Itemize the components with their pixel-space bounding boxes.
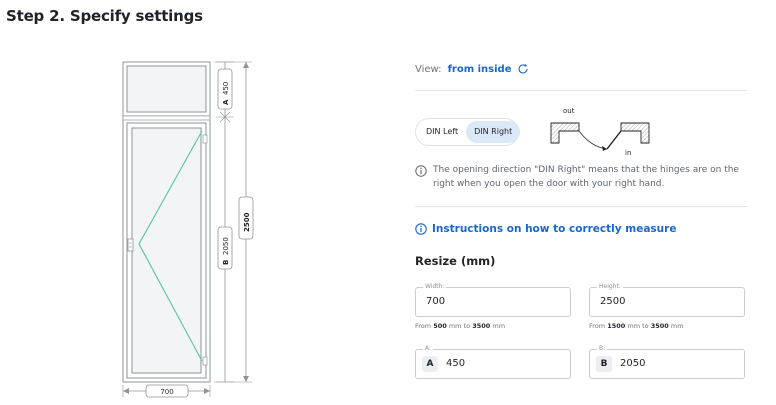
b-input[interactable] [620,358,730,369]
door-drawing: A 450 B 2050 2500 700 [110,55,270,400]
view-toggle-link[interactable]: from inside [448,64,512,75]
a-field-legend: A: [423,345,434,352]
a-field[interactable]: A: A [415,345,571,379]
settings-panel: View: from inside DIN Left DIN Right out… [415,55,747,400]
dimension-width-box: 700 [145,384,189,398]
din-left-option[interactable]: DIN Left [418,121,466,143]
dimension-a-value: 450 [222,82,230,95]
din-info: The opening direction "DIN Right" means … [415,164,747,191]
din-right-option[interactable]: DIN Right [466,121,521,143]
b-field[interactable]: B: B [589,345,745,379]
view-label: View: [415,63,442,75]
a-badge: A [422,356,438,372]
width-field[interactable]: Width: [415,283,571,317]
dimension-b-value: 2050 [222,237,230,255]
b-badge: B [596,356,612,372]
opening-direction-diagram: out in [550,107,650,157]
din-info-text: The opening direction "DIN Right" means … [433,165,739,189]
hinge-top [202,134,208,144]
page-title: Step 2. Specify settings [6,7,203,25]
divider [415,206,747,207]
height-field-legend: Height: [597,283,623,290]
instructions-link-text[interactable]: Instructions on how to correctly measure [432,223,676,235]
transom-glass [126,65,207,113]
din-toggle: DIN Left DIN Right [415,118,521,146]
b-field-legend: B: [597,345,608,352]
width-field-legend: Width: [423,283,447,290]
dimension-a-label: A [222,99,230,105]
width-range: From 500 mm to 3500 mm [415,322,506,330]
width-input[interactable] [426,296,556,307]
resize-title: Resize (mm) [415,254,496,268]
dimension-total-value: 2500 [243,212,251,232]
refresh-icon[interactable] [517,63,529,75]
height-field[interactable]: Height: [589,283,745,317]
divider [415,90,747,91]
instructions-link[interactable]: Instructions on how to correctly measure [415,223,676,235]
a-input[interactable] [446,358,556,369]
diagram-out-label: out [563,107,575,115]
info-icon [415,223,427,235]
dimension-total-box: 2500 [238,196,254,240]
door-handle [127,238,134,252]
height-input[interactable] [600,296,730,307]
door-drawing-svg: A 450 B 2050 2500 700 [122,61,254,398]
hinge-bottom [202,356,208,366]
info-icon [415,165,427,177]
diagram-in-label: in [625,149,631,157]
dimension-b-label: B [222,260,230,265]
dimension-b-box: B 2050 [217,226,233,270]
height-range: From 1500 mm to 3500 mm [589,322,684,330]
dimension-width-value: 700 [160,388,173,396]
dimension-a-box: A 450 [217,68,233,110]
view-row: View: from inside [415,63,529,75]
